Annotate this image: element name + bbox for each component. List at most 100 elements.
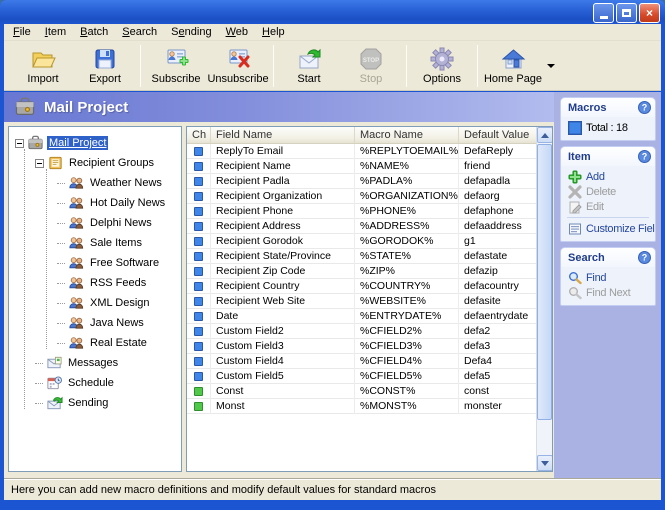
- tree-connector: [35, 403, 43, 404]
- tree-item-rss-feeds[interactable]: RSS Feeds: [9, 273, 181, 293]
- column-header-macro-name[interactable]: Macro Name: [355, 127, 459, 143]
- import-button[interactable]: Import: [12, 43, 74, 89]
- column-header-ch[interactable]: Ch: [187, 127, 211, 143]
- scrollbar-thumb[interactable]: [537, 144, 552, 420]
- panel-separator: [567, 217, 649, 218]
- table-row[interactable]: Recipient Web Site%WEBSITE%defasite: [187, 294, 552, 309]
- table-row[interactable]: ReplyTo Email%REPLYTOEMAIL%DefaReply: [187, 144, 552, 159]
- tree-item-xml-design[interactable]: XML Design: [9, 293, 181, 313]
- table-row[interactable]: Recipient Gorodok%GORODOK%g1: [187, 234, 552, 249]
- help-icon[interactable]: ?: [638, 150, 651, 163]
- tree-item-real-estate[interactable]: Real Estate: [9, 333, 181, 353]
- start-button[interactable]: Start: [278, 43, 340, 89]
- stop-button: STOPStop: [340, 43, 402, 89]
- menu-sending[interactable]: Sending: [164, 25, 218, 39]
- tree-item-label: Delphi News: [88, 216, 154, 230]
- table-body: ReplyTo Email%REPLYTOEMAIL%DefaReplyReci…: [187, 144, 552, 414]
- macro-cell: %PHONE%: [355, 204, 459, 219]
- field-cell: Custom Field2: [211, 324, 355, 339]
- tree-item-java-news[interactable]: Java News: [9, 313, 181, 333]
- field-cell: Custom Field5: [211, 369, 355, 384]
- tree-item-hot-daily-news[interactable]: Hot Daily News: [9, 193, 181, 213]
- home-page-dropdown[interactable]: [544, 46, 558, 86]
- help-icon[interactable]: ?: [638, 251, 651, 264]
- table-row[interactable]: Custom Field4%CFIELD4%Defa4: [187, 354, 552, 369]
- tree-item-recipient-groups[interactable]: Recipient Groups: [9, 153, 181, 173]
- add-link[interactable]: Add: [561, 169, 655, 184]
- macro-cell: %ENTRYDATE%: [355, 309, 459, 324]
- toolbar-label: Import: [27, 73, 58, 85]
- checked-cell: [187, 234, 211, 249]
- menu-search[interactable]: Search: [115, 25, 164, 39]
- tree-guide-line: [24, 149, 25, 409]
- find-link[interactable]: Find: [561, 270, 655, 285]
- table-row[interactable]: Const%CONST%const: [187, 384, 552, 399]
- panel-header: Search?: [561, 248, 655, 267]
- toolbar-label: Unsubscribe: [207, 73, 268, 85]
- table-row[interactable]: Recipient Padla%PADLA%defapadla: [187, 174, 552, 189]
- tree-item-sending[interactable]: Sending: [9, 393, 181, 413]
- blue-square-icon: [194, 372, 203, 381]
- green-square-icon: [194, 402, 203, 411]
- menu-batch[interactable]: Batch: [73, 25, 115, 39]
- tree-item-delphi-news[interactable]: Delphi News: [9, 213, 181, 233]
- panel-title: Search: [568, 252, 605, 264]
- table-row[interactable]: Monst%MONST%monster: [187, 399, 552, 414]
- toolbar-label: Export: [89, 73, 121, 85]
- field-cell: Recipient Web Site: [211, 294, 355, 309]
- table-row[interactable]: Recipient State/Province%STATE%defastate: [187, 249, 552, 264]
- column-header-default-value[interactable]: Default Value: [459, 127, 538, 143]
- table-row[interactable]: Recipient Phone%PHONE%defaphone: [187, 204, 552, 219]
- blue-square-icon: [194, 147, 203, 156]
- table-row[interactable]: Custom Field5%CFIELD5%defa5: [187, 369, 552, 384]
- tree-item-sale-items[interactable]: Sale Items: [9, 233, 181, 253]
- table-row[interactable]: Recipient Name%NAME%friend: [187, 159, 552, 174]
- subscribe-button[interactable]: Subscribe: [145, 43, 207, 89]
- export-button[interactable]: Export: [74, 43, 136, 89]
- tree-item-label: Mail Project: [47, 136, 108, 150]
- table-row[interactable]: Recipient Address%ADDRESS%defaaddress: [187, 219, 552, 234]
- customize-fields-link[interactable]: Customize Fields: [561, 221, 655, 236]
- menu-item[interactable]: Item: [38, 25, 73, 39]
- maximize-button[interactable]: [616, 3, 637, 23]
- tree-connector: [57, 263, 65, 264]
- expander-minus-icon[interactable]: [35, 159, 44, 168]
- menu-web[interactable]: Web: [219, 25, 255, 39]
- blue-square-icon: [194, 342, 203, 351]
- tree-item-mail-project[interactable]: Mail Project: [9, 133, 181, 153]
- scroll-up-button[interactable]: [537, 127, 553, 143]
- home-page-button[interactable]: Home Page: [482, 43, 544, 89]
- table-row[interactable]: Custom Field2%CFIELD2%defa2: [187, 324, 552, 339]
- green-square-icon: [194, 387, 203, 396]
- close-button[interactable]: ×: [639, 3, 660, 23]
- group-icon: [68, 195, 85, 211]
- options-button[interactable]: Options: [411, 43, 473, 89]
- help-icon[interactable]: ?: [638, 101, 651, 114]
- tree-item-label: Sale Items: [88, 236, 144, 250]
- checked-cell: [187, 204, 211, 219]
- menu-help[interactable]: Help: [255, 25, 292, 39]
- default-cell: defapadla: [459, 174, 538, 189]
- field-cell: Recipient Gorodok: [211, 234, 355, 249]
- stop-icon: STOP: [358, 46, 384, 72]
- unsubscribe-button[interactable]: Unsubscribe: [207, 43, 269, 89]
- table-scrollbar[interactable]: [536, 127, 552, 471]
- tree-item-weather-news[interactable]: Weather News: [9, 173, 181, 193]
- menu-file[interactable]: File: [6, 25, 38, 39]
- table-row[interactable]: Date%ENTRYDATE%defaentrydate: [187, 309, 552, 324]
- table-row[interactable]: Recipient Zip Code%ZIP%defazip: [187, 264, 552, 279]
- table-row[interactable]: Recipient Organization%ORGANIZATION%defa…: [187, 189, 552, 204]
- tree-item-schedule[interactable]: Schedule: [9, 373, 181, 393]
- table-row[interactable]: Custom Field3%CFIELD3%defa3: [187, 339, 552, 354]
- minimize-button[interactable]: [593, 3, 614, 23]
- tree-item-free-software[interactable]: Free Software: [9, 253, 181, 273]
- start-icon: [296, 46, 322, 72]
- column-header-field-name[interactable]: Field Name: [211, 127, 355, 143]
- titlebar[interactable]: ×: [0, 0, 665, 24]
- panel-search: Search?FindFind Next: [560, 247, 656, 306]
- tree-item-messages[interactable]: Messages: [9, 353, 181, 373]
- macro-cell: %COUNTRY%: [355, 279, 459, 294]
- scroll-down-button[interactable]: [537, 455, 553, 471]
- table-row[interactable]: Recipient Country%COUNTRY%defacountry: [187, 279, 552, 294]
- expander-minus-icon[interactable]: [15, 139, 24, 148]
